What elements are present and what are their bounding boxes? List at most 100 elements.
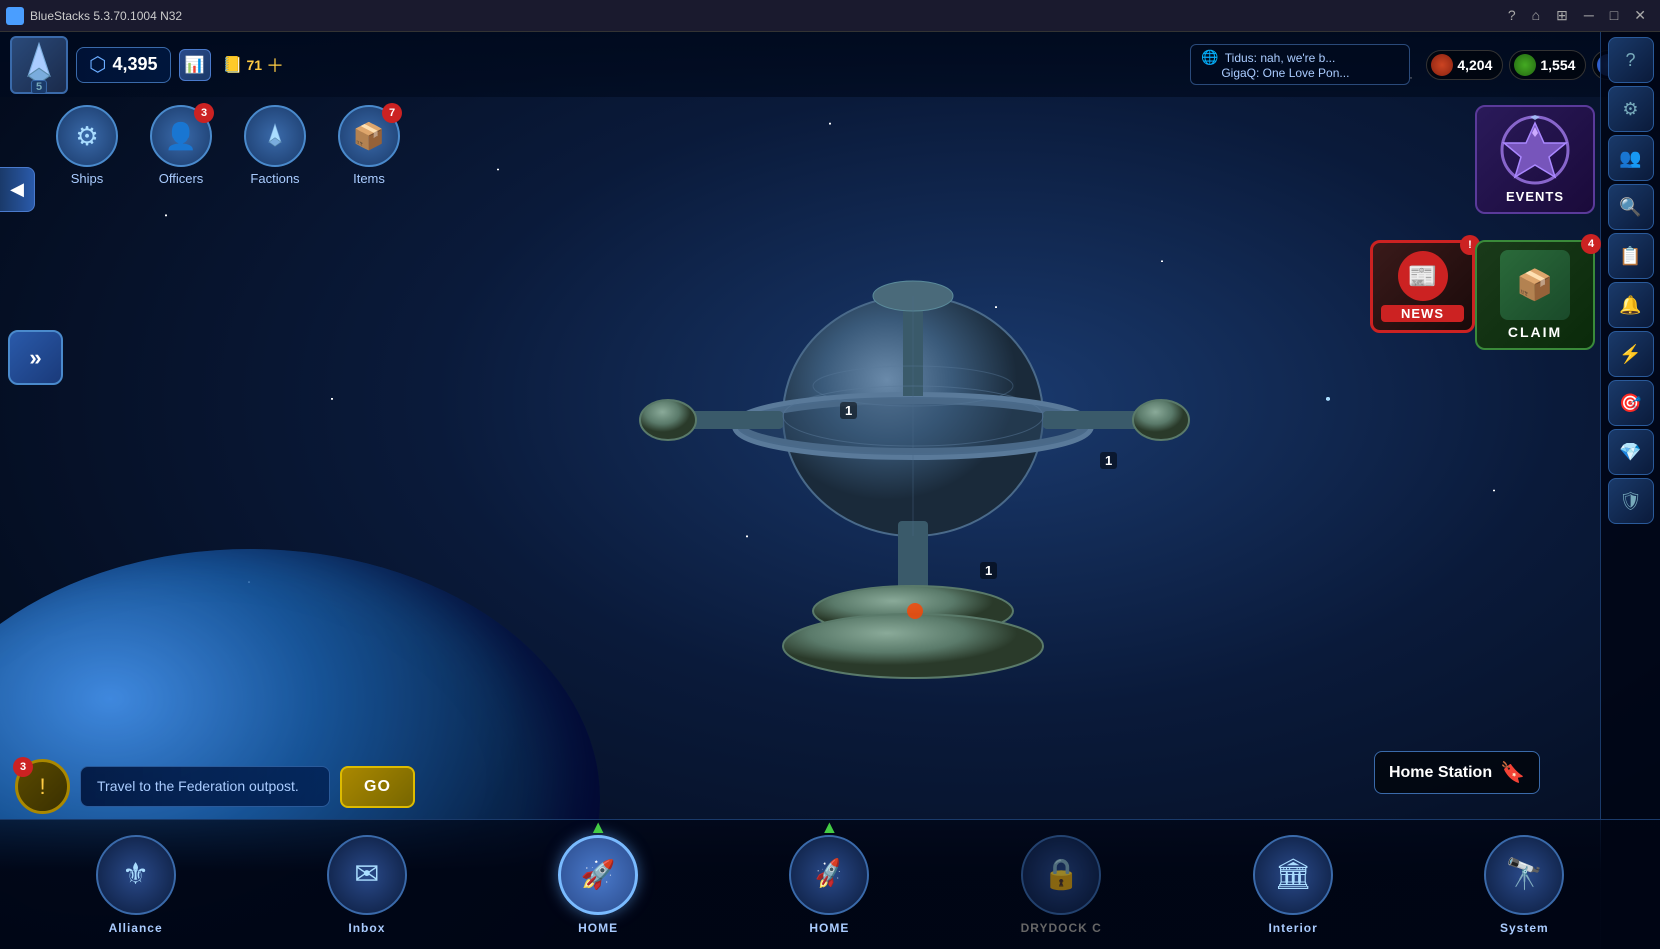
parsteel-icon [1431,54,1453,76]
ships-icon: ⚙ [75,121,98,152]
home-station-label[interactable]: Home Station 🔖 [1374,751,1540,794]
sidebar-btn-8[interactable]: 🎯 [1608,380,1654,426]
nav-item-items[interactable]: 7 📦 Items [322,97,416,194]
items-badge: 7 [382,103,402,123]
alliance-rank-display[interactable]: ⬡ 4,395 [76,47,171,83]
titlebar: BlueStacks 5.3.70.1004 N32 ? ⌂ ⊞ ─ □ ✕ [0,0,1660,32]
space-indicator-1: 1 [840,402,857,419]
chat-line-2: GigaQ: One Love Pon... [1201,66,1399,80]
player-level: 5 [31,80,47,94]
claim-inner: 4 📦 CLAIM [1475,240,1595,350]
alliance-icon-wrap: ⚜ [96,835,176,915]
events-card[interactable]: EVENTS [1475,105,1595,214]
quest-text: Travel to the Federation outpost. [97,777,313,797]
claim-card[interactable]: 4 📦 CLAIM [1475,240,1595,350]
sidebar-btn-4[interactable]: 🔍 [1608,184,1654,230]
events-label: EVENTS [1485,189,1585,204]
player-avatar[interactable]: 5 [10,36,68,94]
bottom-btn-alliance[interactable]: ⚜ Alliance [96,835,176,935]
chat-globe-icon: 🌐 [1201,49,1218,66]
items-icon: 📦 [353,121,385,152]
nav-toggle-button[interactable]: ◀ [0,167,35,212]
inbox-icon-wrap: ✉ [327,835,407,915]
bluestacks-icon [6,7,24,25]
chart-icon: 📊 [185,55,205,75]
sidebar-btn-10[interactable]: 🛡 [1608,478,1654,524]
inbox-icon: ✉ [354,857,379,892]
nav-item-factions[interactable]: Factions [228,97,322,194]
sidebar-btn-3[interactable]: 👥 [1608,135,1654,181]
drydock-label: DRYDOCK C [1021,921,1102,935]
quest-icon: ! 3 [15,759,70,814]
items-icon-wrap: 7 📦 [338,105,400,167]
window-controls: ? ⌂ ⊞ ─ □ ✕ [1504,7,1660,24]
rank-chart-button[interactable]: 📊 [179,49,211,81]
interior-icon: 🏛 [1274,857,1312,892]
minimize-button[interactable]: ─ [1580,7,1598,24]
home-selected-label: HOME [578,921,618,935]
quest-bar: ! 3 Travel to the Federation outpost. GO [15,759,415,814]
home2-arrow-up-icon: ▲ [820,817,838,838]
tritanium-icon [1514,54,1536,76]
events-emblem [1500,115,1570,185]
officers-badge: 3 [194,103,214,123]
officers-label: Officers [159,171,204,186]
home2-relative: ▲ 🚀 [789,835,869,915]
events-inner: EVENTS [1475,105,1595,214]
close-button[interactable]: ✕ [1630,7,1650,24]
bottom-btn-home-selected[interactable]: ▲ 🚀 HOME [558,835,638,935]
drydock-icon-wrap: 🔒 [1021,835,1101,915]
ships-icon-wrap: ⚙ [56,105,118,167]
officers-icon: 👤 [165,121,197,152]
left-nav: ⚙ Ships 3 👤 Officers Factions 7 📦 [0,97,416,194]
alliance-icon: ⚜ [122,857,149,892]
home2-icon-wrap: 🚀 [789,835,869,915]
sidebar-btn-9[interactable]: 💎 [1608,429,1654,475]
inbox-label: Inbox [348,921,385,935]
help-button[interactable]: ? [1504,7,1520,24]
xp-book-icon: 📒 [223,55,243,75]
quest-go-button[interactable]: GO [340,766,415,808]
nav-items: ⚙ Ships 3 👤 Officers Factions 7 📦 [0,97,416,194]
sidebar-btn-6[interactable]: 🔔 [1608,282,1654,328]
bookmark-icon: 🔖 [1500,760,1525,785]
bottom-btn-drydock[interactable]: 🔒 DRYDOCK C [1021,835,1102,935]
sidebar-btn-7[interactable]: ⚡ [1608,331,1654,377]
home-arrow-up-icon: ▲ [589,817,607,838]
ships-label: Ships [71,171,104,186]
sidebar-btn-2[interactable]: ⚙ [1608,86,1654,132]
news-icon: 📰 [1398,251,1448,301]
sidebar-btn-5[interactable]: 📋 [1608,233,1654,279]
ff-icon: » [29,345,41,371]
fast-forward-button[interactable]: » [8,330,63,385]
officers-icon-wrap: 3 👤 [150,105,212,167]
lock-icon: 🔒 [1043,857,1080,892]
nav-home-button[interactable]: ⌂ [1528,7,1544,24]
bottom-btn-system[interactable]: 🔭 System [1484,835,1564,935]
bottom-nav: ⚜ Alliance ✉ Inbox ▲ 🚀 HOME ▲ 🚀 HOME 🔒 [0,819,1660,949]
topbar: 5 ⬡ 4,395 📊 📒 71 ＋ 🌐 Tidus: nah, we're b… [0,32,1660,97]
sidebar-btn-1[interactable]: ? [1608,37,1654,83]
home-selected-icon-wrap: 🚀 [558,835,638,915]
news-card[interactable]: ! 📰 NEWS [1370,240,1475,333]
quest-badge: 3 [13,757,33,777]
bottom-btn-home2[interactable]: ▲ 🚀 HOME [789,835,869,935]
factions-label: Factions [250,171,299,186]
parsteel-value: 4,204 [1457,57,1492,73]
quest-text-box: Travel to the Federation outpost. [80,766,330,808]
chat-area[interactable]: 🌐 Tidus: nah, we're b... GigaQ: One Love… [1190,44,1410,85]
rank-icon: ⬡ [89,52,106,77]
grid-button[interactable]: ⊞ [1552,7,1572,24]
bottom-btn-inbox[interactable]: ✉ Inbox [327,835,407,935]
chat-line-1: 🌐 Tidus: nah, we're b... [1201,49,1399,66]
claim-badge: 4 [1581,234,1601,254]
system-icon: 🔭 [1506,857,1543,892]
xp-add-button[interactable]: ＋ [266,52,284,78]
nav-item-officers[interactable]: 3 👤 Officers [134,97,228,194]
app-title: BlueStacks 5.3.70.1004 N32 [30,9,182,23]
system-icon-wrap: 🔭 [1484,835,1564,915]
bottom-btn-interior[interactable]: 🏛 Interior [1253,835,1333,935]
restore-button[interactable]: □ [1606,7,1622,24]
home2-label: HOME [809,921,849,935]
nav-item-ships[interactable]: ⚙ Ships [40,97,134,194]
